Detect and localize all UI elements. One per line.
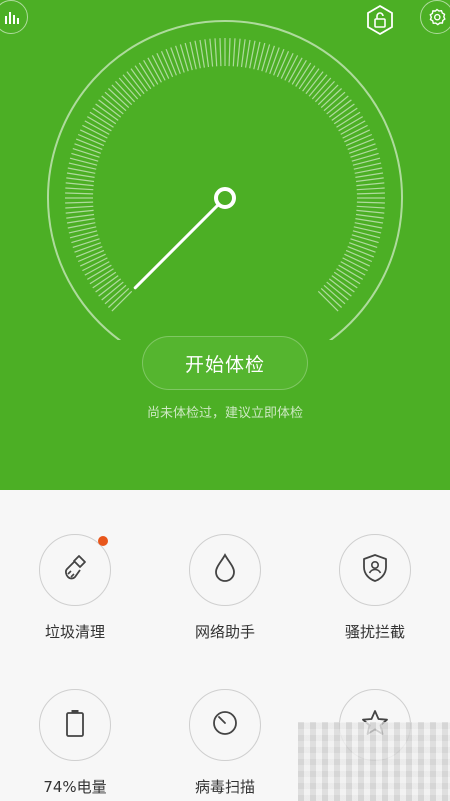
gauge-tick <box>65 182 94 187</box>
gauge-tick <box>276 50 290 78</box>
gauge-tick <box>214 38 218 67</box>
gauge-tick <box>356 201 385 204</box>
tool-harassment-block[interactable]: 骚扰拦截 <box>300 534 450 642</box>
tool-battery[interactable]: 74%电量 <box>0 689 150 797</box>
gauge-tick <box>356 182 385 187</box>
checkup-hint-text: 尚未体检过，建议立即体检 <box>146 406 303 421</box>
gauge-tick <box>273 48 285 76</box>
tool-junk-cleanup[interactable]: 垃圾清理 <box>0 534 150 642</box>
start-checkup-button[interactable]: 开始体检 <box>142 336 308 390</box>
gauge-tick <box>199 39 205 68</box>
gauge-tick <box>249 40 256 69</box>
gauge-tick <box>65 201 94 204</box>
gauge-tick <box>67 167 96 174</box>
gauge-tick <box>165 48 177 76</box>
gauge-tick <box>66 172 95 178</box>
tool-circle <box>189 689 261 761</box>
gauge-tick <box>77 249 105 263</box>
gauge-tick <box>175 45 185 73</box>
gauge-tick <box>355 218 384 224</box>
broom-icon <box>59 552 91 588</box>
gauge-tick <box>356 192 385 195</box>
shield-user-icon <box>360 552 390 588</box>
gauge-needle <box>133 203 220 290</box>
tool-circle <box>39 534 111 606</box>
gauge-tick <box>354 222 383 229</box>
gauge-tick <box>269 47 280 75</box>
mosaic-watermark <box>298 722 450 801</box>
gauge-tick <box>232 38 236 67</box>
gauge-outer-arc <box>47 20 403 340</box>
notification-badge <box>98 536 108 546</box>
gauge-tick <box>72 238 100 248</box>
tool-circle <box>339 534 411 606</box>
tool-label: 病毒扫描 <box>194 778 255 796</box>
gauge-tick <box>355 213 384 219</box>
gauge-tick <box>265 45 275 73</box>
tool-label: 骚扰拦截 <box>344 623 405 641</box>
health-gauge <box>47 20 403 340</box>
gauge-tick <box>65 192 94 195</box>
gauge-tick <box>345 249 373 263</box>
gauge-tick <box>204 39 210 68</box>
scan-dial-icon <box>209 707 241 743</box>
gauge-tick <box>209 38 214 67</box>
gauge-tick <box>356 209 385 214</box>
gauge-tick <box>240 39 246 68</box>
gauge-tick <box>355 172 384 178</box>
gauge-tick <box>65 209 94 214</box>
gauge-tick <box>170 47 181 75</box>
gauge-tick <box>160 50 174 78</box>
gauge-tick <box>356 205 385 209</box>
gauge-tick <box>354 167 383 174</box>
gauge-tick <box>75 246 103 258</box>
gauge-tick <box>66 218 95 224</box>
gauge-tick-ring <box>65 38 385 312</box>
gauge-tick <box>348 242 376 253</box>
battery-icon <box>63 707 87 743</box>
tool-label: 74%电量 <box>43 778 107 796</box>
gauge-tick <box>356 187 385 191</box>
tool-label: 网络助手 <box>194 623 255 641</box>
drop-icon <box>211 552 239 588</box>
gauge-tick <box>245 39 251 68</box>
gauge-tick <box>345 133 373 147</box>
gauge-tick <box>350 238 378 248</box>
gauge-tick <box>347 138 375 150</box>
gauge-tick <box>65 205 94 209</box>
tool-network-assistant[interactable]: 网络助手 <box>150 534 300 642</box>
gauge-tick <box>228 38 231 67</box>
tool-label: 垃圾清理 <box>44 623 105 641</box>
gauge-tick <box>66 177 95 183</box>
gauge-tick <box>194 40 201 69</box>
tool-virus-scan[interactable]: 病毒扫描 <box>150 689 300 797</box>
gauge-tick <box>74 143 102 154</box>
gauge-tick <box>347 246 375 258</box>
gauge-tick <box>348 143 376 154</box>
start-checkup-label: 开始体检 <box>184 353 265 376</box>
gauge-needle-hub <box>214 187 236 209</box>
gauge-tick <box>67 222 96 229</box>
gauge-tick <box>72 148 100 158</box>
tool-circle <box>189 534 261 606</box>
gauge-tick <box>350 148 378 158</box>
tools-grid: 垃圾清理 网络助手 骚扰拦截 74%电量 病毒扫描 <box>0 490 450 801</box>
gauge-tick <box>219 38 222 67</box>
checkup-header: 开始体检 尚未体检过，建议立即体检 <box>0 0 450 490</box>
gauge-tick <box>65 187 94 191</box>
gauge-tick <box>236 38 241 67</box>
gauge-tick <box>75 138 103 150</box>
gauge-tick <box>77 133 105 147</box>
gauge-tick <box>355 177 384 183</box>
tool-circle <box>39 689 111 761</box>
gauge-tick <box>66 213 95 219</box>
gauge-tick <box>74 242 102 253</box>
